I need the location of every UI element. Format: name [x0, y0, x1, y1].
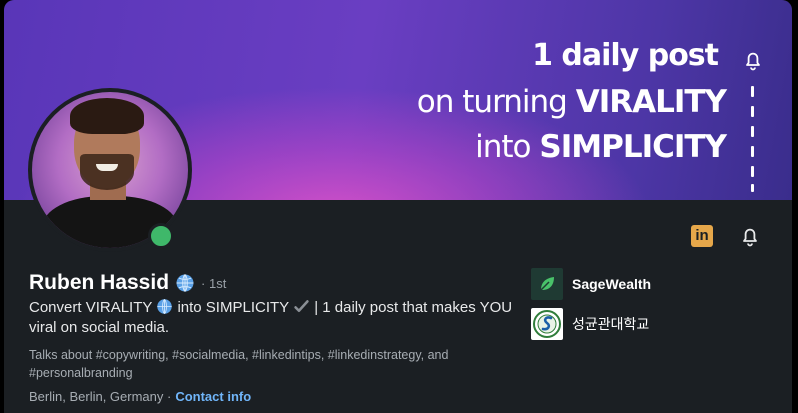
banner-line-2: on turning VIRALITY [416, 84, 727, 120]
linkedin-icon[interactable]: in [691, 225, 713, 247]
company-name: SageWealth [572, 276, 652, 292]
connection-degree: · 1st [201, 275, 227, 291]
company-skku[interactable]: 성균관대학교 [531, 308, 649, 340]
contact-info-link[interactable]: Contact info [175, 389, 251, 404]
globe-icon [157, 298, 173, 315]
profile-name: Ruben Hassid [29, 271, 170, 294]
location: Berlin, Berlin, Germany · [29, 389, 172, 404]
banner-line-3: into SIMPLICITY [475, 129, 727, 165]
bell-icon[interactable] [738, 224, 762, 248]
company-sagewealth[interactable]: SageWealth [531, 268, 651, 300]
name-row: Ruben Hassid · 1st [29, 270, 226, 296]
profile-card: 1 daily post on turning VIRALITY into SI… [4, 0, 792, 413]
banner-dash [751, 146, 754, 157]
banner-line-1: 1 daily post [532, 38, 719, 73]
online-status-dot [148, 223, 174, 249]
globe-icon [176, 274, 194, 292]
skku-logo [531, 308, 563, 340]
checkmark-icon [294, 300, 309, 313]
company-name: 성균관대학교 [572, 317, 650, 333]
banner-dash [751, 106, 754, 117]
profile-headline: Convert VIRALITY into SIMPLICITY | 1 dai… [29, 298, 513, 336]
talks-about: Talks about #copywriting, #socialmedia, … [29, 348, 449, 380]
location-row: Berlin, Berlin, Germany · Contact info [29, 389, 251, 404]
banner-dash [751, 126, 754, 137]
sagewealth-logo [531, 268, 563, 300]
banner-dash [751, 166, 754, 177]
banner-dash [751, 184, 754, 192]
bell-icon [746, 52, 760, 71]
banner-dash [751, 86, 754, 97]
